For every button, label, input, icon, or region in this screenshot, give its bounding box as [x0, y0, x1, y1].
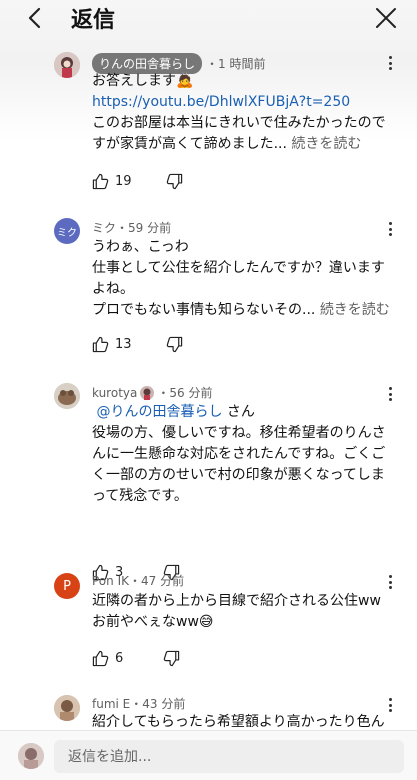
like-button[interactable]: 19	[92, 173, 132, 190]
comment-actions: 13	[92, 336, 183, 353]
avatar[interactable]: ミク	[54, 218, 80, 244]
comment-meta: fumi E ・43 分前	[92, 695, 185, 712]
back-button[interactable]	[22, 6, 46, 30]
comment-line-text: すが家賃が高くて諦めました...	[92, 136, 287, 152]
like-count: 13	[115, 337, 132, 352]
comment-text: うわぁ、こっわ 仕事として公住を紹介したんですか？違います よね。 プロでもない…	[92, 237, 392, 321]
comment-line: このお部屋は本当にきれいで住みたかったので	[92, 115, 386, 131]
page-title: 返信	[71, 8, 116, 33]
avatar-image	[54, 383, 80, 409]
reply-header: 返信	[0, 0, 417, 40]
comment-actions: 19	[92, 173, 183, 190]
comment-line: く一部の方のせいで村の印象が悪くなってしま	[92, 467, 385, 483]
reply-list[interactable]: りんの田舎暮らし ・1 時間前 お答えします🙇 https://youtu.be…	[0, 40, 417, 730]
comment-line: すが家賃が高くて諦めました... 続きを読む	[92, 134, 392, 155]
mention-suffix: さん	[226, 404, 255, 420]
read-more-link[interactable]: 続きを読む	[320, 302, 390, 318]
comment-line: よね。	[92, 281, 134, 297]
like-button[interactable]: 6	[92, 650, 123, 667]
comment-time: ・1 時間前	[206, 57, 266, 71]
thumbs-down-icon	[166, 336, 182, 353]
comment-text: お答えします🙇 https://youtu.be/DhlwlXFUBjA?t=2…	[92, 71, 392, 155]
avatar-image	[54, 52, 80, 78]
comment-text: 近隣の者から上から目線で紹介される公住ww お前やべぇなww😅	[92, 591, 392, 633]
comment-line: 役場の方、優しいですね。移住希望者のりんさ	[92, 425, 386, 441]
avatar-image	[54, 695, 80, 721]
avatar-image	[18, 743, 44, 769]
more-options-button[interactable]	[383, 572, 397, 592]
like-button[interactable]: 13	[92, 336, 132, 353]
reply-composer	[0, 730, 417, 780]
dislike-button[interactable]	[166, 173, 183, 190]
thumbs-down-icon	[164, 650, 180, 667]
mention-link[interactable]: @りんの田舎暮らし	[96, 404, 222, 420]
more-options-button[interactable]	[383, 695, 397, 715]
avatar-initial: ミク	[57, 227, 77, 239]
comment-time: ・43 分前	[130, 697, 186, 711]
timestamp-link[interactable]: https://youtu.be/DhlwlXFUBjA?t=250	[92, 92, 392, 113]
comment-text: @りんの田舎暮らし さん 役場の方、優しいですね。移住希望者のりんさ んに一生懸…	[92, 402, 392, 507]
reply-input[interactable]	[54, 740, 404, 773]
thumbs-down-icon	[166, 173, 182, 190]
comment-time: ・59 分前	[116, 221, 172, 235]
comment-line: うわぁ、こっわ	[92, 239, 189, 255]
comment-line: って残念です。	[92, 488, 188, 504]
comment-line: お前やべぇなww😅	[92, 614, 214, 630]
current-user-avatar	[18, 743, 44, 769]
read-more-link[interactable]: 続きを読む	[291, 136, 361, 152]
comment-line: 紹介してもらったら希望額より高かったり色ん	[92, 714, 385, 730]
close-button[interactable]	[373, 5, 399, 31]
comment-line: @りんの田舎暮らし さん	[92, 402, 392, 423]
comment-meta: Pon IK ・47 分前	[92, 572, 184, 589]
dislike-button[interactable]	[163, 650, 180, 667]
comment-author[interactable]: fumi E	[92, 697, 130, 711]
comment-author[interactable]: ミク	[92, 219, 116, 236]
thumbs-up-icon	[92, 336, 109, 353]
comment-meta: ミク ・59 分前	[92, 219, 171, 236]
comment-line-text: プロでもない事情も知らないその...	[92, 302, 316, 318]
more-options-button[interactable]	[383, 53, 397, 73]
avatar[interactable]: P	[54, 573, 80, 599]
avatar[interactable]	[54, 383, 80, 409]
comment-text: 紹介してもらったら希望額より高かったり色ん	[92, 712, 392, 730]
comment-line: んに一生懸命な対応をされたんですね。ごくご	[92, 446, 386, 462]
comment-actions: 6	[92, 650, 180, 667]
comment-line: プロでもない事情も知らないその... 続きを読む	[92, 300, 392, 321]
thumbs-up-icon	[92, 173, 109, 190]
avatar[interactable]	[54, 695, 80, 721]
avatar-initial: P	[63, 578, 71, 594]
more-options-button[interactable]	[383, 384, 397, 404]
dislike-button[interactable]	[166, 336, 183, 353]
comment-author[interactable]: Pon IK	[92, 574, 129, 588]
creator-avatar-icon	[140, 385, 155, 400]
more-options-button[interactable]	[383, 219, 397, 239]
comment-meta: kurotya ・56 分前	[92, 384, 212, 401]
avatar[interactable]	[54, 52, 80, 78]
chevron-left-icon	[28, 7, 41, 29]
comment-line: 仕事として公住を紹介したんですか？違います	[92, 260, 385, 276]
close-icon	[376, 8, 396, 28]
comment-author[interactable]: kurotya	[92, 386, 137, 400]
comment-time: ・47 分前	[128, 574, 185, 588]
thumbs-up-icon	[92, 650, 109, 667]
comment-line: お答えします🙇	[92, 73, 194, 89]
comment-time: ・56 分前	[157, 386, 213, 400]
like-count: 6	[115, 651, 124, 666]
comment-line: 近隣の者から上から目線で紹介される公住ww	[92, 593, 381, 609]
like-count: 19	[115, 174, 132, 189]
